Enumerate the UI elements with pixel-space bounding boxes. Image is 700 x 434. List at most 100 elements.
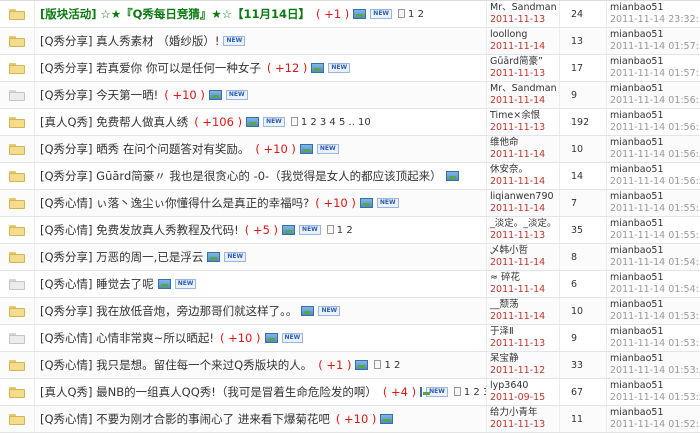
last-post-cell: mianbao51 2011-11-14 01:56:.. [607,82,700,108]
last-post-cell: mianbao51 2011-11-14 01:56:.. [607,163,700,189]
thread-title-cell: [Q秀心情] 睡觉去了呢 NEW [35,271,487,297]
reply-count: 9 [560,325,607,351]
thread-title-link[interactable]: [版块活动] ☆★『Q秀每日竞猜』★☆【11月14日】 [40,6,310,22]
thread-row[interactable]: [Q秀心情] ぃ落丶逸尘ぃ你懂得什么是真正的幸福吗? ( +10 ) NEW l… [0,190,700,217]
last-post-time: 2011-11-14 01:54:.. [610,284,700,295]
last-post-user-link[interactable]: mianbao51 [610,407,700,419]
page-numbers[interactable]: 1 2 3 4 5 .. 10 [301,117,371,128]
last-post-user-link[interactable]: mianbao51 [610,245,700,257]
author-link[interactable]: Mr、Sandman [490,83,559,95]
author-link[interactable]: Mr、Sandman [490,2,559,14]
new-badge: NEW [299,225,321,235]
thread-title-link[interactable]: [Q秀分享] 万恶的周一,已是浮云 [40,249,203,265]
thread-row[interactable]: [Q秀心情] 心情非常爽~所以晒起! ( +10 ) NEW 于泽Ⅱ 2011-… [0,325,700,352]
last-post-time: 2011-11-14 01:53:.. [610,338,700,349]
author-link[interactable]: __颓荡 [490,299,559,311]
last-post-user-link[interactable]: mianbao51 [610,2,700,14]
author-link[interactable]: 呆宝静 [490,353,559,365]
thread-title-link[interactable]: [Q秀分享] Gūārd简豪〃 我也是很贪心的 -0-（我觉得是女人的都应该顶起… [40,168,442,184]
thread-title-link[interactable]: [Q秀心情] 我只是想。留住每一个来过Q秀版块的人。 [40,357,312,373]
thread-status-cell [0,325,35,351]
page-links[interactable]: 1 2 [326,225,353,236]
thread-title-link[interactable]: [Q秀心情] 不要为刚才合影的事闹心了 进来看下爆菊花吧 [40,411,330,427]
thread-row[interactable]: [Q秀分享] 真人秀素材 （婚纱版）! NEW loollong 2011-11… [0,28,700,55]
thread-title-link[interactable]: [Q秀分享] 我在放低音炮，旁边那哥们就这样了。。 [40,303,297,319]
last-post-user-link[interactable]: mianbao51 [610,191,700,203]
last-post-user-link[interactable]: mianbao51 [610,326,700,338]
last-post-cell: mianbao51 2011-11-14 23:32:.. [607,1,700,27]
image-attachment-icon [208,90,222,100]
last-post-user-link[interactable]: mianbao51 [610,56,700,68]
thread-title-link[interactable]: [Q秀心情] ぃ落丶逸尘ぃ你懂得什么是真正的幸福吗? [40,195,309,211]
last-post-user-link[interactable]: mianbao51 [610,110,700,122]
thread-title-link[interactable]: [Q秀心情] 心情非常爽~所以晒起! [40,330,214,346]
thread-row[interactable]: [Q秀分享] 万恶的周一,已是浮云 NEW 乄韩小哲 2011-11-14 8 … [0,244,700,271]
author-link[interactable]: 休安奈。 [490,164,559,176]
last-post-time: 2011-11-14 01:55:.. [610,230,700,241]
thread-status-cell [0,244,35,270]
author-link[interactable]: 乄韩小哲 [490,245,559,257]
page-numbers[interactable]: 1 2 [337,225,353,236]
page-numbers[interactable]: 1 2 [384,360,400,371]
last-post-cell: mianbao51 2011-11-14 01:53:.. [607,379,700,405]
post-date: 2011-11-14 [490,176,546,187]
thread-row[interactable]: [版块活动] ☆★『Q秀每日竞猜』★☆【11月14日】 ( +1 ) NEW 1… [0,1,700,28]
last-post-user-link[interactable]: mianbao51 [610,29,700,41]
page-numbers[interactable]: 1 2 [408,9,424,20]
author-link[interactable]: loollong [490,29,559,41]
page-links[interactable]: 1 2 3 4 5 .. 10 [290,117,371,128]
last-post-user-link[interactable]: mianbao51 [610,137,700,149]
thread-row[interactable]: [Q秀分享] 若真爱你 你可以是任何一种女子 ( +12 ) NEW Gūārd… [0,55,700,82]
page-links[interactable]: 1 2 [374,360,400,371]
thread-row[interactable]: [Q秀分享] 晒秀 在问个问题答对有奖励。 ( +10 ) NEW 维他命 20… [0,136,700,163]
last-post-cell: mianbao51 2011-11-14 01:55:.. [607,217,700,243]
last-post-time: 2011-11-14 01:53:.. [610,365,700,376]
thread-title-link[interactable]: [Q秀心情] 免费发放真人秀教程及代码! [40,222,239,238]
image-attachment-icon [299,144,313,154]
thread-row[interactable]: [真人Q秀] 免费帮人做真人绣 ( +106 ) NEW 1 2 3 4 5 .… [0,109,700,136]
thread-title-link[interactable]: [真人Q秀] 最NB的一组真人QQ秀!（我可是冒着生命危险发的啊） [40,384,377,400]
author-link[interactable]: 于泽Ⅱ [490,326,559,338]
thread-title-cell: [Q秀分享] 若真爱你 你可以是任何一种女子 ( +12 ) NEW [35,55,487,81]
page-numbers[interactable]: 1 2 3 4 [464,387,486,398]
thread-row[interactable]: [Q秀心情] 免费发放真人秀教程及代码! ( +5 ) NEW 1 2 _淡定。… [0,217,700,244]
author-link[interactable]: lyp3640 [490,380,559,392]
thread-title-link[interactable]: [Q秀分享] 晒秀 在问个问题答对有奖励。 [40,141,249,157]
thread-title-link[interactable]: [Q秀分享] 真人秀素材 （婚纱版）! [40,33,219,49]
thread-status-cell [0,352,35,378]
last-post-user-link[interactable]: mianbao51 [610,218,700,230]
author-link[interactable]: Time×余恨 [490,110,559,122]
last-post-user-link[interactable]: mianbao51 [610,164,700,176]
page-links[interactable]: 1 2 [398,9,424,20]
author-cell: loollong 2011-11-14 [487,28,560,54]
thread-status-cell [0,136,35,162]
thread-row[interactable]: [Q秀心情] 睡觉去了呢 NEW ≈ 碎花 2011-11-14 6 mianb… [0,271,700,298]
thread-row[interactable]: [Q秀心情] 我只是想。留住每一个来过Q秀版块的人。 ( +1 ) 1 2 呆宝… [0,352,700,379]
post-date: 2011-11-13 [490,419,546,430]
last-post-user-link[interactable]: mianbao51 [610,380,700,392]
page-links[interactable]: 1 2 3 4 [453,387,486,398]
author-cell: 休安奈。 2011-11-14 [487,163,560,189]
author-link[interactable]: liqianwen790 [490,191,559,203]
thread-row[interactable]: [Q秀分享] 我在放低音炮，旁边那哥们就这样了。。 NEW __颓荡 2011-… [0,298,700,325]
author-link[interactable]: Gūārd简豪” [490,56,559,68]
thread-title-link[interactable]: [Q秀心情] 睡觉去了呢 [40,276,154,292]
thread-row[interactable]: [Q秀分享] Gūārd简豪〃 我也是很贪心的 -0-（我觉得是女人的都应该顶起… [0,163,700,190]
author-link[interactable]: 维他命 [490,137,559,149]
new-badge: NEW [224,252,247,262]
last-post-time: 2011-11-14 01:57:.. [610,68,700,79]
reply-count: 8 [560,244,607,270]
last-post-user-link[interactable]: mianbao51 [610,272,700,284]
thread-title-link[interactable]: [Q秀分享] 今天第一晒! [40,87,158,103]
author-link[interactable]: ≈ 碎花 [490,272,559,284]
last-post-user-link[interactable]: mianbao51 [610,83,700,95]
thread-title-link[interactable]: [真人Q秀] 免费帮人做真人绣 [40,114,188,130]
thread-row[interactable]: [Q秀心情] 不要为刚才合影的事闹心了 进来看下爆菊花吧 ( +10 ) 给力小… [0,406,700,433]
author-link[interactable]: _淡定。_淡定。 [490,218,559,230]
last-post-user-link[interactable]: mianbao51 [610,353,700,365]
thread-row[interactable]: [真人Q秀] 最NB的一组真人QQ秀!（我可是冒着生命危险发的啊） ( +4 )… [0,379,700,406]
last-post-user-link[interactable]: mianbao51 [610,299,700,311]
thread-row[interactable]: [Q秀分享] 今天第一晒! ( +10 ) NEW Mr、Sandman 201… [0,82,700,109]
thread-title-link[interactable]: [Q秀分享] 若真爱你 你可以是任何一种女子 [40,60,261,76]
author-link[interactable]: 给力小青年 [490,407,559,419]
